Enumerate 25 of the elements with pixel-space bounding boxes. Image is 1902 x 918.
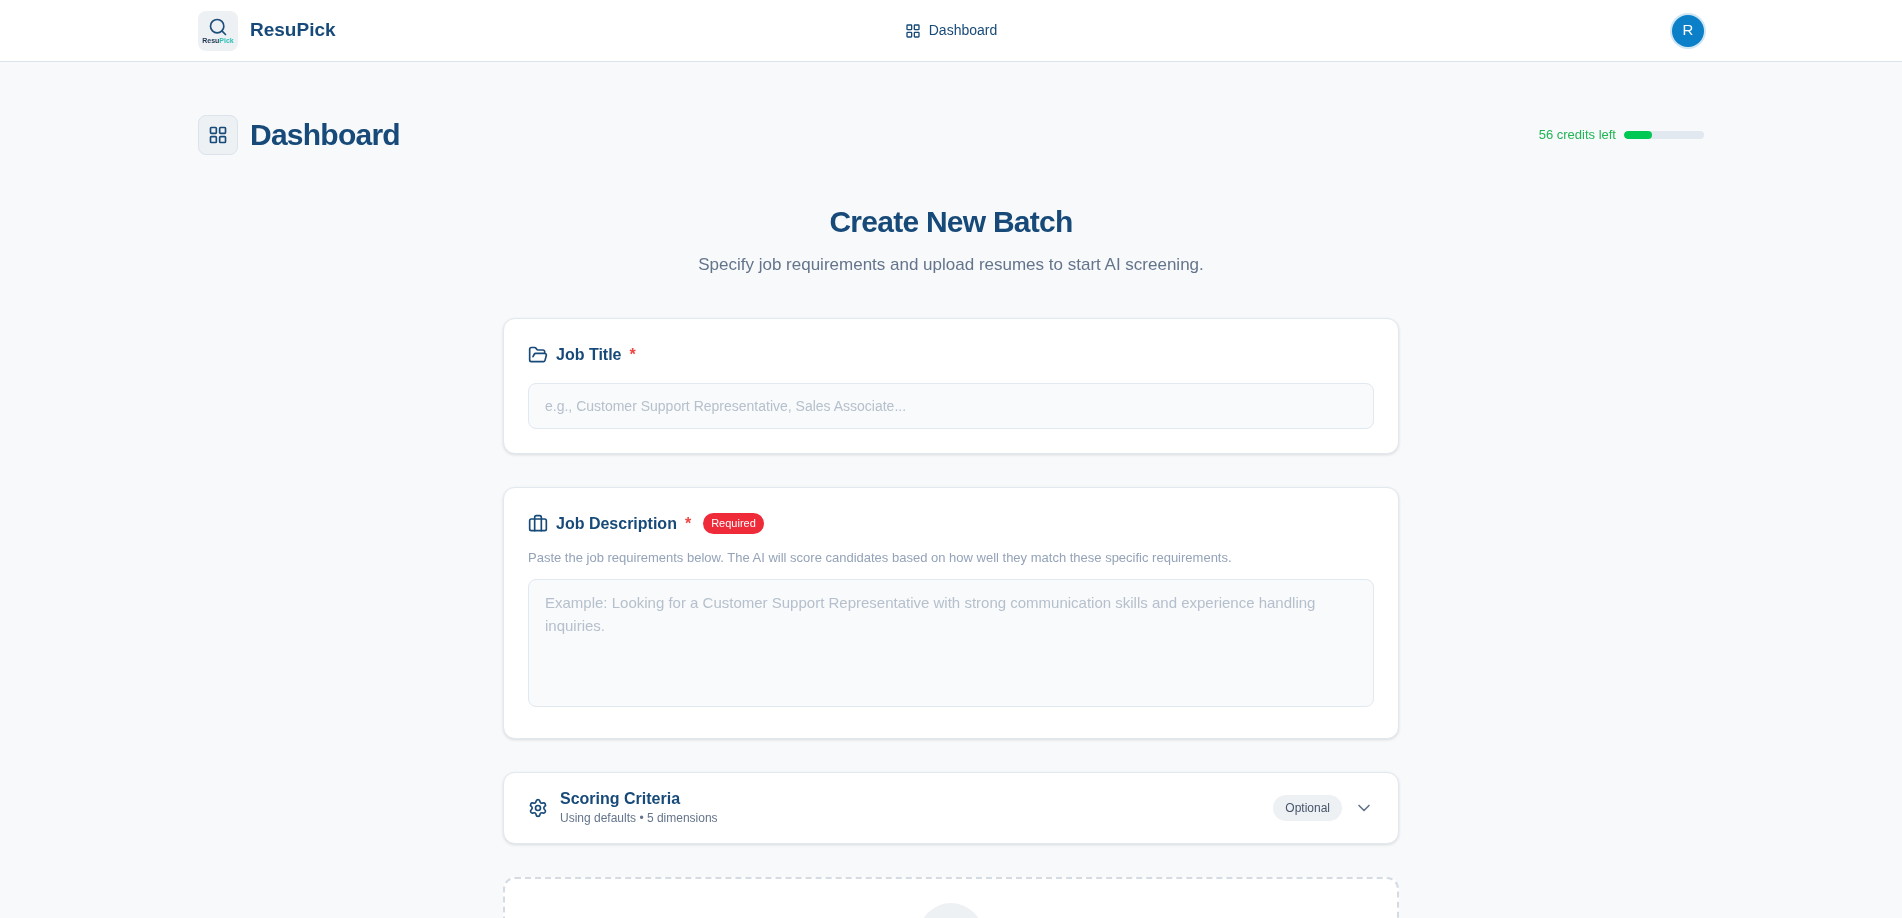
required-mark: * [684, 513, 692, 534]
required-mark: * [629, 344, 636, 365]
scoring-criteria-panel[interactable]: Scoring Criteria Using defaults • 5 dimensions Optional [503, 772, 1399, 844]
field-label: Job Title [556, 344, 622, 365]
job-title-field[interactable]: e.g., Customer Support Representative, Sales Associate... [528, 382, 1374, 429]
user-avatar[interactable]: R [1672, 14, 1704, 47]
panel-summary: Using defaults • 5 dimensions [560, 810, 719, 827]
field-hint: Paste the job requirements below. The AI will score candidates based on how well they match these specific requirements. [528, 548, 1233, 567]
field-label: Job Description [556, 513, 677, 534]
optional-badge: Optional [1273, 795, 1342, 821]
dashboard-icon [198, 114, 238, 155]
folder-icon [528, 344, 548, 365]
credits-label: 56 credits left [1538, 125, 1616, 144]
briefcase-icon [528, 513, 548, 534]
nav-link[interactable]: Dashboard [904, 20, 998, 41]
grid-icon [904, 22, 921, 39]
settings-icon [528, 798, 548, 818]
page-title: Dashboard [250, 117, 400, 153]
panel-title: Scoring Criteria [560, 789, 682, 809]
magnifier-icon [208, 17, 228, 37]
required-badge: Required [703, 513, 764, 534]
section-title: Create New Batch [828, 204, 1074, 240]
job-description-field[interactable]: Example: Looking for a Customer Support Representative with strong communication skills and experience handling inquiries. [528, 579, 1374, 707]
brand-name: ResuPick [250, 18, 336, 43]
section-subtitle: Specify job requirements and upload resumes to start AI screening. [697, 254, 1205, 276]
